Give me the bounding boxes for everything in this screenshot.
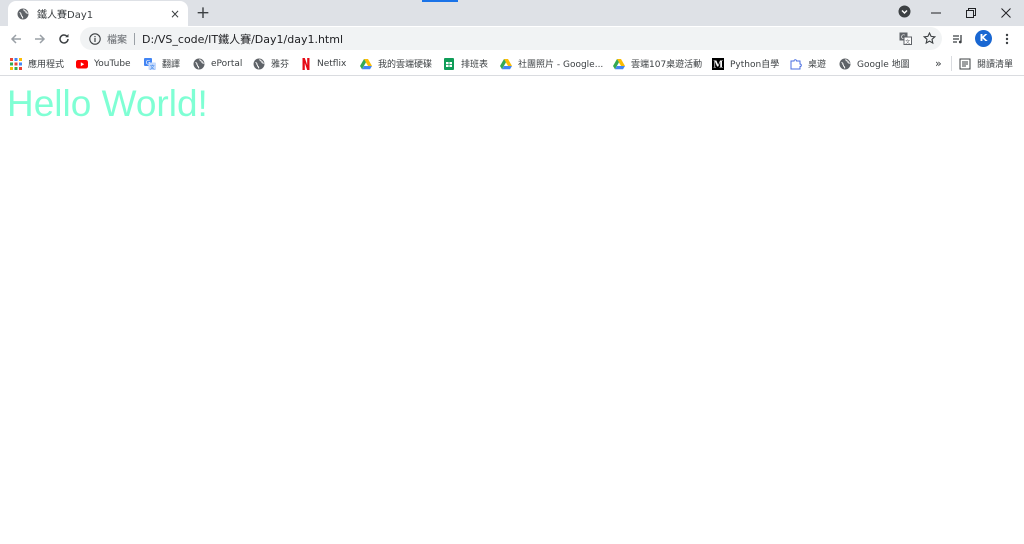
bookmark-label: 我的雲端硬碟 (378, 60, 433, 70)
bookmark-label: 桌遊 (808, 60, 827, 70)
svg-text:文: 文 (905, 38, 910, 45)
bookmark-boardgames[interactable]: 桌遊 (790, 56, 826, 71)
arrow-left-icon (10, 30, 22, 49)
bookmark-youtube[interactable]: YouTube (76, 56, 131, 71)
tab-title: 鐵人賽Day1 (37, 10, 94, 21)
star-icon[interactable] (921, 30, 937, 46)
minimize-button[interactable] (920, 0, 952, 24)
scheme-label: 檔案 (107, 35, 127, 46)
bookmark-apps[interactable]: 應用程式 (10, 56, 64, 71)
translate-icon[interactable]: G文 (897, 30, 913, 46)
avatar[interactable]: K (975, 30, 992, 47)
translate-icon: G文 (144, 57, 156, 70)
bookmark-schedule[interactable]: 排班表 (443, 56, 488, 71)
bookmark-eportal[interactable]: ePortal (193, 56, 242, 71)
browser-toolbar: 檔案 D:/VS_code/IT鐵人賽/Day1/day1.html G文 K (0, 26, 1024, 51)
google-sheets-icon (443, 57, 455, 70)
reading-list-icon (959, 58, 971, 70)
forward-button[interactable] (30, 29, 50, 49)
bookmark-label: YouTube (94, 58, 131, 69)
google-drive-icon (613, 58, 625, 70)
medium-icon: M (712, 57, 724, 70)
bookmarks-overflow-button[interactable]: » (935, 56, 942, 71)
puzzle-icon (790, 58, 802, 70)
chevron-down-circle-icon (898, 3, 911, 22)
globe-icon (17, 8, 29, 20)
google-drive-icon (500, 58, 512, 70)
more-vertical-icon (1005, 30, 1009, 49)
bookmark-label: Google 地圖 (857, 60, 910, 70)
reading-list-button[interactable]: 閱讀清單 (951, 56, 1013, 71)
globe-icon (253, 58, 265, 70)
apps-grid-icon (10, 57, 22, 70)
arrow-right-icon (34, 30, 46, 49)
bookmark-google-maps[interactable]: Google 地圖 (839, 56, 910, 71)
address-divider (134, 32, 135, 45)
close-icon[interactable]: × (168, 7, 182, 21)
bookmark-label: ePortal (211, 58, 243, 69)
bookmark-label: 雲端107桌遊活動 (631, 60, 703, 70)
svg-text:M: M (713, 60, 723, 69)
reading-list-label: 閱讀清單 (977, 60, 1014, 70)
back-button[interactable] (6, 29, 26, 49)
bookmark-label: 翻譯 (162, 60, 181, 70)
tab-strip-accent (422, 0, 458, 2)
tab-strip: 鐵人賽Day1 × + (0, 0, 1024, 26)
globe-icon (839, 58, 851, 70)
url-text[interactable]: D:/VS_code/IT鐵人賽/Day1/day1.html (142, 31, 343, 47)
google-drive-icon (360, 58, 372, 70)
new-tab-button[interactable]: + (194, 4, 212, 22)
tab-search-button[interactable] (888, 0, 920, 24)
menu-button[interactable] (997, 29, 1017, 49)
info-icon[interactable] (89, 32, 101, 45)
bookmark-boardgame-event[interactable]: 雲端107桌遊活動 (613, 56, 702, 71)
bookmark-label: 應用程式 (28, 60, 65, 70)
media-controls-button[interactable] (948, 29, 968, 49)
bookmark-label: Python自學 (730, 60, 780, 70)
bookmark-translate[interactable]: G文 翻譯 (144, 56, 180, 71)
bookmark-label: 社團照片 - Google... (518, 60, 604, 70)
double-chevron-right-icon: » (935, 57, 942, 70)
bookmark-netflix[interactable]: Netflix (302, 56, 346, 71)
bookmark-python[interactable]: M Python自學 (712, 56, 779, 71)
reload-icon (58, 30, 70, 49)
page-heading: Hello World! (7, 83, 208, 124)
close-icon (1001, 3, 1011, 22)
reload-button[interactable] (54, 29, 74, 49)
restore-button[interactable] (955, 0, 987, 24)
page-viewport: Hello World! (0, 77, 1024, 544)
restore-icon (966, 3, 976, 22)
minimize-icon (931, 3, 941, 22)
address-bar[interactable]: 檔案 D:/VS_code/IT鐵人賽/Day1/day1.html G文 (80, 27, 942, 50)
globe-icon (193, 58, 205, 70)
bookmark-club-photos[interactable]: 社團照片 - Google... (500, 56, 603, 71)
youtube-icon (76, 58, 88, 70)
tab-active[interactable]: 鐵人賽Day1 × (8, 1, 188, 26)
playlist-icon (952, 30, 964, 49)
bookmarks-bar: 應用程式 YouTube G文 翻譯 ePortal 雅芬 Netflix 我的… (0, 51, 1024, 76)
bookmark-label: Netflix (317, 58, 347, 69)
close-window-button[interactable] (990, 0, 1022, 24)
netflix-icon (302, 57, 311, 70)
bookmark-yafen[interactable]: 雅芬 (253, 56, 289, 71)
bookmark-my-drive[interactable]: 我的雲端硬碟 (360, 56, 432, 71)
bookmark-label: 排班表 (461, 60, 489, 70)
bookmark-label: 雅芬 (271, 60, 290, 70)
svg-text:文: 文 (150, 63, 155, 69)
